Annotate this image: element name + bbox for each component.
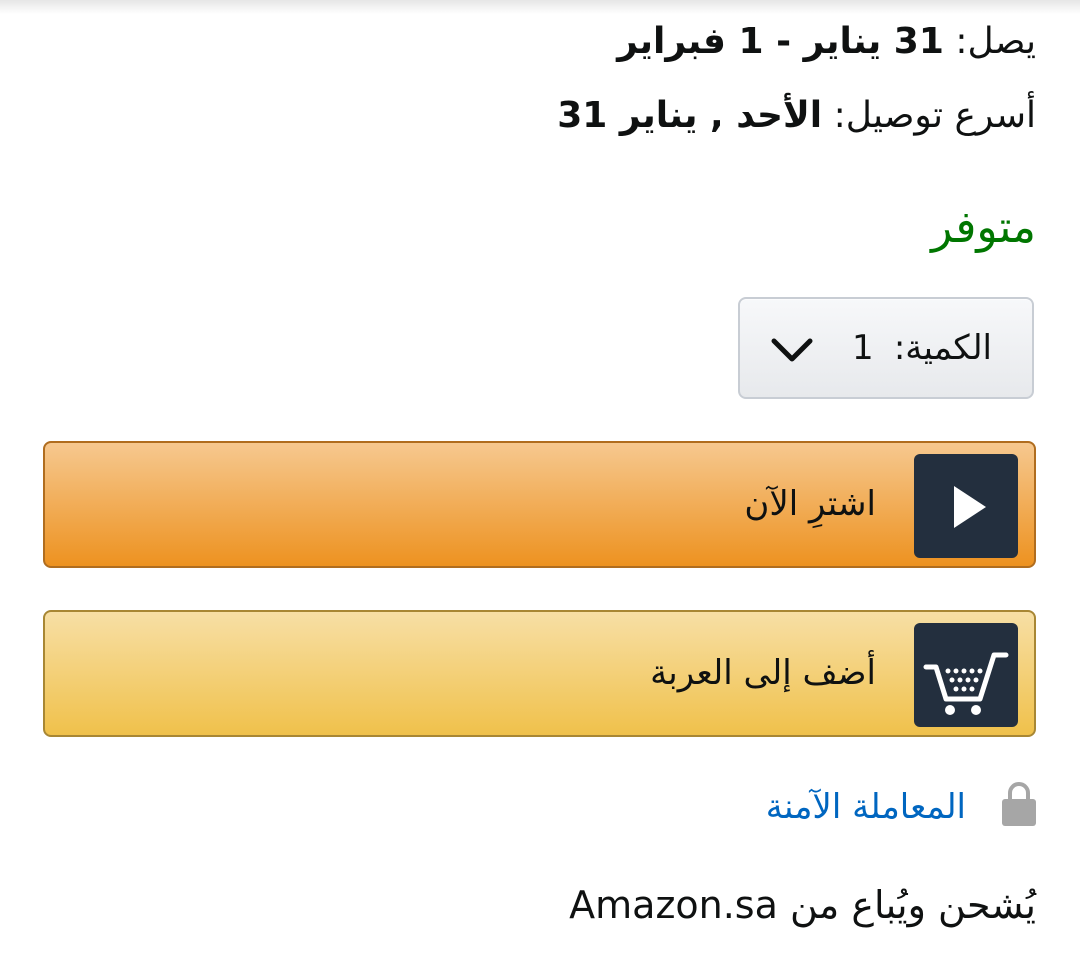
quantity-dropdown[interactable]: الكمية: 1: [738, 297, 1034, 399]
product-buy-box: يصل: 31 يناير - 1 فبراير أسرع توصيل: الأ…: [0, 0, 1080, 958]
add-to-cart-button[interactable]: أضف إلى العربة: [43, 610, 1036, 737]
buy-now-label: اشترِ الآن: [744, 484, 876, 524]
quantity-value: 1: [852, 328, 874, 368]
fastest-delivery-date: الأحد , يناير 31: [557, 95, 823, 136]
buy-now-button[interactable]: اشترِ الآن: [43, 441, 1036, 568]
cart-icon: [914, 623, 1018, 727]
secure-transaction-link[interactable]: المعاملة الآمنة: [766, 790, 966, 824]
add-to-cart-label: أضف إلى العربة: [650, 653, 876, 693]
chevron-down-icon: [771, 338, 813, 362]
fastest-delivery: أسرع توصيل: الأحد , يناير 31: [557, 98, 1036, 134]
play-icon: [914, 454, 1018, 558]
quantity-label: الكمية:: [893, 328, 992, 368]
fastest-delivery-label: أسرع توصيل:: [833, 95, 1036, 136]
lock-icon: [1002, 782, 1036, 826]
delivery-arrival: يصل: 31 يناير - 1 فبراير: [617, 24, 1036, 60]
arrival-label: يصل:: [955, 21, 1036, 62]
availability-status: متوفر: [931, 202, 1036, 253]
ships-and-sold-by: يُشحن ويُباع من Amazon.sa: [569, 883, 1036, 927]
top-shadow: [0, 0, 1080, 14]
arrival-date: 31 يناير - 1 فبراير: [617, 21, 944, 62]
